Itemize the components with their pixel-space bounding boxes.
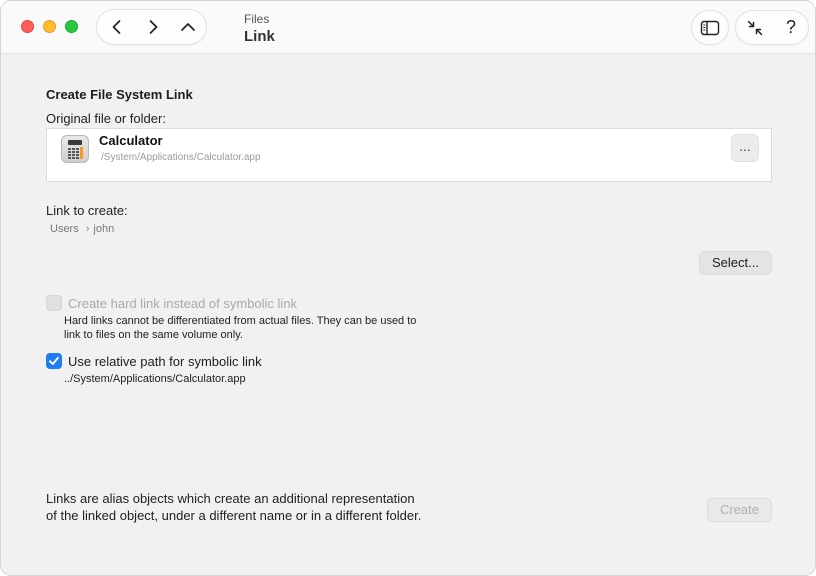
window-title-text: Link bbox=[244, 28, 275, 45]
hard-link-note-line: link to files on the same volume only. bbox=[64, 329, 243, 341]
hard-link-checkbox[interactable] bbox=[46, 295, 62, 311]
chevron-up-icon bbox=[181, 23, 195, 31]
window-subtitle: Files bbox=[244, 12, 270, 26]
zoom-window-button[interactable] bbox=[65, 20, 78, 33]
relative-path-checkbox[interactable] bbox=[46, 353, 62, 369]
up-button[interactable] bbox=[170, 10, 206, 44]
navigation-group bbox=[96, 9, 207, 45]
breadcrumb-item[interactable]: Users bbox=[50, 223, 79, 235]
help-button[interactable]: ? bbox=[773, 11, 809, 44]
breadcrumb-separator-icon: › bbox=[85, 223, 90, 235]
footer-line: Links are alias objects which create an … bbox=[46, 491, 415, 506]
select-button[interactable]: Select... bbox=[699, 251, 772, 275]
help-icon: ? bbox=[785, 17, 796, 37]
window-actions-group: ? bbox=[735, 10, 809, 45]
close-window-button[interactable] bbox=[21, 20, 34, 33]
relative-path-label: Use relative path for symbolic link bbox=[68, 354, 262, 369]
forward-button[interactable] bbox=[135, 10, 171, 44]
hard-link-note-line: Hard links cannot be differentiated from… bbox=[64, 315, 417, 327]
relative-path-value: ../System/Applications/Calculator.app bbox=[64, 373, 246, 385]
sidebar-icon bbox=[700, 20, 720, 35]
create-button[interactable]: Create bbox=[707, 498, 772, 522]
chevron-left-icon bbox=[112, 20, 121, 34]
hard-link-note: Hard links cannot be differentiated from… bbox=[64, 314, 416, 342]
link-to-create-label: Link to create: bbox=[46, 203, 128, 218]
footer-line: of the linked object, under a different … bbox=[46, 508, 422, 523]
link-path-breadcrumb: Users › john bbox=[50, 223, 114, 235]
collapse-button[interactable] bbox=[737, 11, 773, 44]
original-file-name: Calculator bbox=[99, 133, 163, 148]
original-file-label: Original file or folder: bbox=[46, 111, 166, 126]
collapse-icon bbox=[747, 20, 763, 35]
footer-description: Links are alias objects which create an … bbox=[46, 490, 456, 524]
title-bar: Files Link ? bbox=[1, 1, 815, 54]
chevron-right-icon bbox=[149, 20, 158, 34]
minimize-window-button[interactable] bbox=[43, 20, 56, 33]
original-file-box: Calculator /System/Applications/Calculat… bbox=[46, 128, 772, 182]
window-title: Files Link bbox=[244, 12, 275, 47]
back-button[interactable] bbox=[99, 10, 135, 44]
choose-original-button[interactable]: ... bbox=[731, 134, 759, 162]
hard-link-label: Create hard link instead of symbolic lin… bbox=[68, 296, 298, 311]
original-file-path: /System/Applications/Calculator.app bbox=[101, 152, 261, 163]
toggle-sidebar-button[interactable] bbox=[691, 10, 729, 45]
section-title: Create File System Link bbox=[46, 87, 193, 102]
link-window: Files Link ? Create File System Link Ori… bbox=[0, 0, 816, 576]
calculator-app-icon bbox=[61, 135, 89, 163]
breadcrumb-item[interactable]: john bbox=[93, 223, 114, 235]
checkmark-icon bbox=[49, 356, 59, 365]
